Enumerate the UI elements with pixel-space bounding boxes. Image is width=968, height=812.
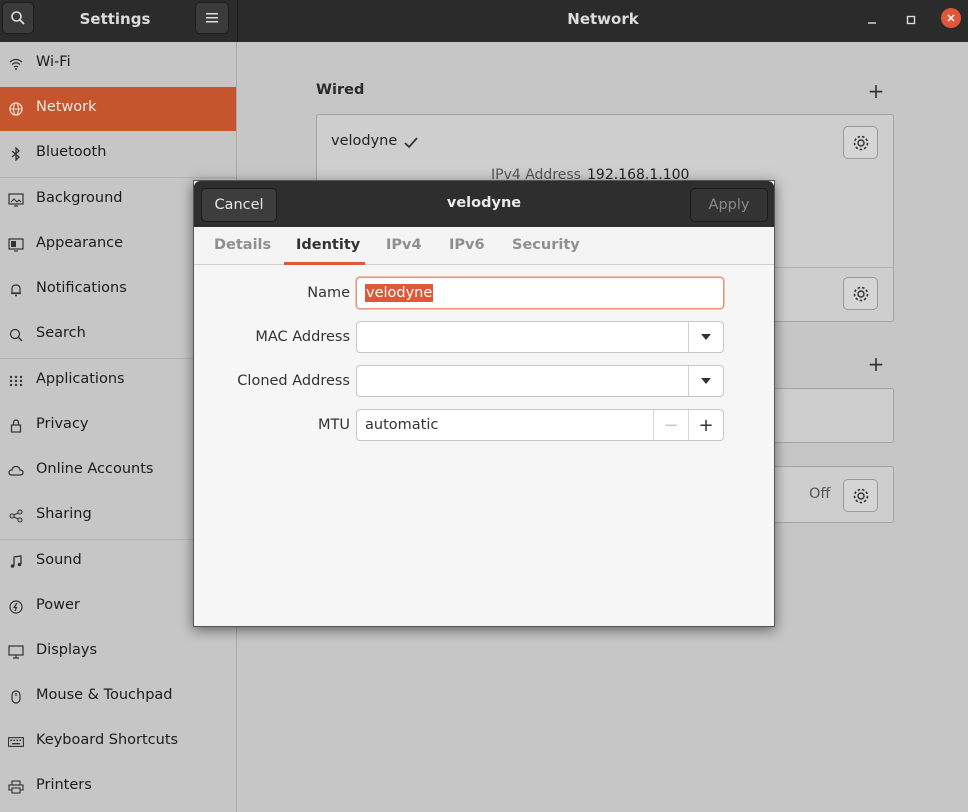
display-icon	[8, 644, 24, 660]
sidebar-item-label: Network	[36, 99, 97, 115]
add-wired-button[interactable]: +	[867, 79, 885, 103]
tab-ipv4[interactable]: IPv4	[386, 237, 422, 253]
bell-icon	[8, 282, 24, 298]
minimize-button[interactable]	[860, 8, 884, 32]
mtu-decrement-button[interactable]: −	[653, 410, 688, 440]
power-icon	[8, 599, 24, 615]
add-vpn-button[interactable]: +	[867, 352, 885, 376]
connection-name: velodyne	[331, 133, 398, 149]
grid-icon	[8, 373, 24, 389]
gear-icon	[853, 135, 868, 150]
cloned-address-combo[interactable]	[356, 365, 724, 397]
wifi-icon	[8, 56, 24, 72]
settings-title: Settings	[79, 10, 151, 28]
sidebar-item-label: Applications	[36, 371, 125, 387]
sidebar-item-mouse-touchpad[interactable]: Mouse & Touchpad	[0, 675, 236, 719]
connection-dialog: Cancel velodyne Apply Details Identity I…	[193, 180, 775, 627]
mac-address-label: MAC Address	[255, 329, 350, 345]
network-icon	[8, 101, 24, 117]
chevron-down-icon	[701, 334, 711, 340]
sidebar-item-label: Search	[36, 325, 86, 341]
chevron-down-icon	[701, 378, 711, 384]
mtu-value: automatic	[365, 417, 439, 433]
close-icon	[947, 14, 955, 22]
sidebar-item-displays[interactable]: Displays	[0, 630, 236, 674]
sidebar-item-label: Displays	[36, 642, 98, 658]
sidebar-item-label: Keyboard Shortcuts	[36, 732, 179, 748]
sidebar-item-label: Power	[36, 597, 80, 613]
minus-icon: −	[663, 414, 679, 436]
mtu-label: MTU	[318, 417, 350, 433]
tab-ipv6[interactable]: IPv6	[449, 237, 485, 253]
minimize-icon	[868, 22, 876, 24]
printer-icon	[8, 779, 24, 795]
hamburger-icon	[206, 13, 218, 23]
gear-icon	[853, 488, 868, 503]
sidebar-item-printers[interactable]: Printers	[0, 765, 236, 809]
sidebar-item-bluetooth[interactable]: Bluetooth	[0, 132, 236, 176]
sidebar-item-keyboard-shortcuts[interactable]: Keyboard Shortcuts	[0, 720, 236, 764]
sidebar-item-label: Mouse & Touchpad	[36, 687, 173, 703]
sidebar-item-network[interactable]: Network	[0, 87, 236, 131]
sidebar-item-label: Sharing	[36, 506, 92, 522]
search-icon	[8, 327, 24, 343]
search-icon	[11, 11, 25, 25]
mtu-increment-button[interactable]: +	[688, 410, 723, 440]
dialog-header: Cancel velodyne Apply	[194, 181, 774, 227]
cloned-address-label: Cloned Address	[237, 373, 350, 389]
page-title: Network	[567, 10, 639, 28]
lock-icon	[8, 418, 24, 434]
header-bar: Settings Network	[0, 0, 968, 42]
mac-address-combo[interactable]	[356, 321, 724, 353]
sidebar-item-label: Background	[36, 190, 123, 206]
plus-icon: +	[698, 414, 714, 436]
tab-identity[interactable]: Identity	[296, 237, 360, 253]
sidebar-item-label: Bluetooth	[36, 144, 107, 160]
sidebar-item-wifi[interactable]: Wi-Fi	[0, 42, 236, 86]
gear-icon	[853, 286, 868, 301]
close-button[interactable]	[941, 8, 961, 28]
share-icon	[8, 508, 24, 524]
cloud-icon	[8, 463, 24, 479]
background-icon	[8, 192, 24, 208]
settings-window: Settings Network Wi-Fi Network Bluetooth	[0, 0, 968, 812]
sidebar-item-label: Online Accounts	[36, 461, 154, 477]
dialog-tabs: Details Identity IPv4 IPv6 Security	[194, 227, 774, 265]
music-icon	[8, 554, 24, 570]
proxy-status: Off	[809, 486, 831, 502]
maximize-button[interactable]	[899, 8, 923, 32]
plus-icon: +	[867, 352, 885, 376]
sidebar-item-label: Printers	[36, 777, 92, 793]
wired-settings-button[interactable]	[843, 126, 878, 159]
keyboard-icon	[8, 734, 24, 750]
proxy-settings-button[interactable]	[843, 479, 878, 512]
sidebar-item-label: Privacy	[36, 416, 89, 432]
hamburger-menu-button[interactable]	[195, 2, 229, 34]
active-tab-indicator	[284, 262, 365, 265]
mac-address-dropdown-button[interactable]	[688, 322, 723, 352]
tab-details[interactable]: Details	[214, 237, 271, 253]
mouse-icon	[8, 689, 24, 705]
dialog-title: velodyne	[446, 195, 522, 211]
check-icon	[404, 137, 418, 149]
cloned-address-dropdown-button[interactable]	[688, 366, 723, 396]
tab-security[interactable]: Security	[512, 237, 580, 253]
appearance-icon	[8, 237, 24, 253]
apply-button[interactable]: Apply	[690, 188, 768, 222]
name-label: Name	[307, 285, 350, 301]
sidebar-item-label: Notifications	[36, 280, 127, 296]
sidebar-item-label: Wi-Fi	[36, 54, 71, 70]
wired-section-title: Wired	[316, 82, 365, 98]
sidebar-item-label: Sound	[36, 552, 82, 568]
name-value: velodyne	[365, 284, 434, 302]
profile-settings-button[interactable]	[843, 277, 878, 310]
maximize-icon	[906, 15, 916, 25]
bluetooth-icon	[8, 146, 24, 162]
sidebar-item-label: Appearance	[36, 235, 124, 251]
search-button[interactable]	[2, 2, 34, 34]
plus-icon: +	[867, 79, 885, 103]
mtu-stepper[interactable]: automatic − +	[356, 409, 724, 441]
name-field[interactable]: velodyne	[356, 277, 724, 309]
